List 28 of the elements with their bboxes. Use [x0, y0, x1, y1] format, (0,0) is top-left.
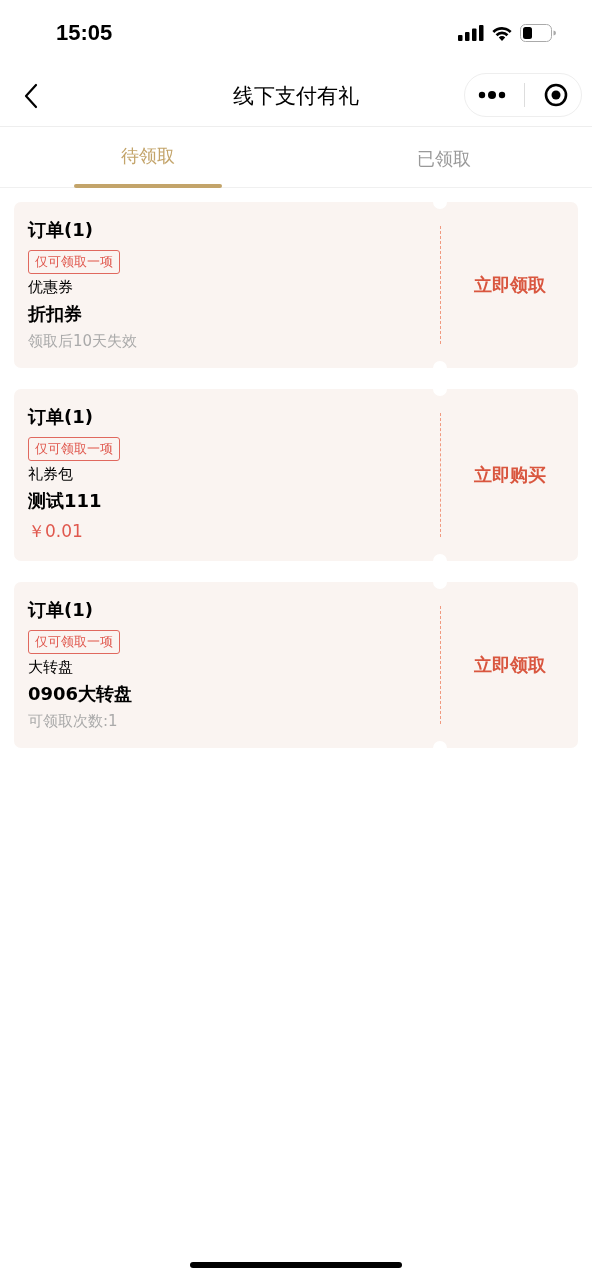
tab[interactable]: 待领取	[115, 138, 181, 174]
signal-icon	[458, 25, 484, 41]
order-title: 订单(1)	[28, 405, 93, 429]
item-category: 大转盘	[28, 657, 73, 678]
item-category: 优惠券	[28, 277, 73, 298]
limit-tag: 仅可领取一项	[28, 437, 120, 461]
item-name: 0906大转盘	[28, 682, 133, 706]
action-link[interactable]: 立即领取	[473, 653, 546, 677]
item-category: 礼券包	[28, 464, 73, 485]
battery-icon	[520, 24, 556, 42]
status-time: 15:05	[56, 20, 113, 46]
more-icon[interactable]	[478, 91, 507, 99]
order-title: 订单(1)	[28, 598, 93, 622]
limit-tag: 仅可领取一项	[28, 250, 120, 274]
item-name: 测试111	[28, 489, 102, 513]
back-icon[interactable]	[24, 83, 38, 109]
note-text: 领取后10天失效	[28, 331, 138, 352]
action-link[interactable]: 立即领取	[473, 273, 546, 297]
item-name: 折扣券	[28, 302, 82, 326]
limit-tag: 仅可领取一项	[28, 630, 120, 654]
page-title: 线下支付有礼	[233, 83, 359, 110]
wifi-icon	[491, 25, 513, 41]
order-title: 订单(1)	[28, 218, 93, 242]
close-target-icon[interactable]	[543, 83, 568, 107]
action-link[interactable]: 立即购买	[473, 463, 546, 487]
note-text: 可领取次数:1	[28, 711, 118, 732]
tab[interactable]: 已领取	[411, 141, 477, 177]
price-text: ￥0.01	[28, 520, 83, 543]
